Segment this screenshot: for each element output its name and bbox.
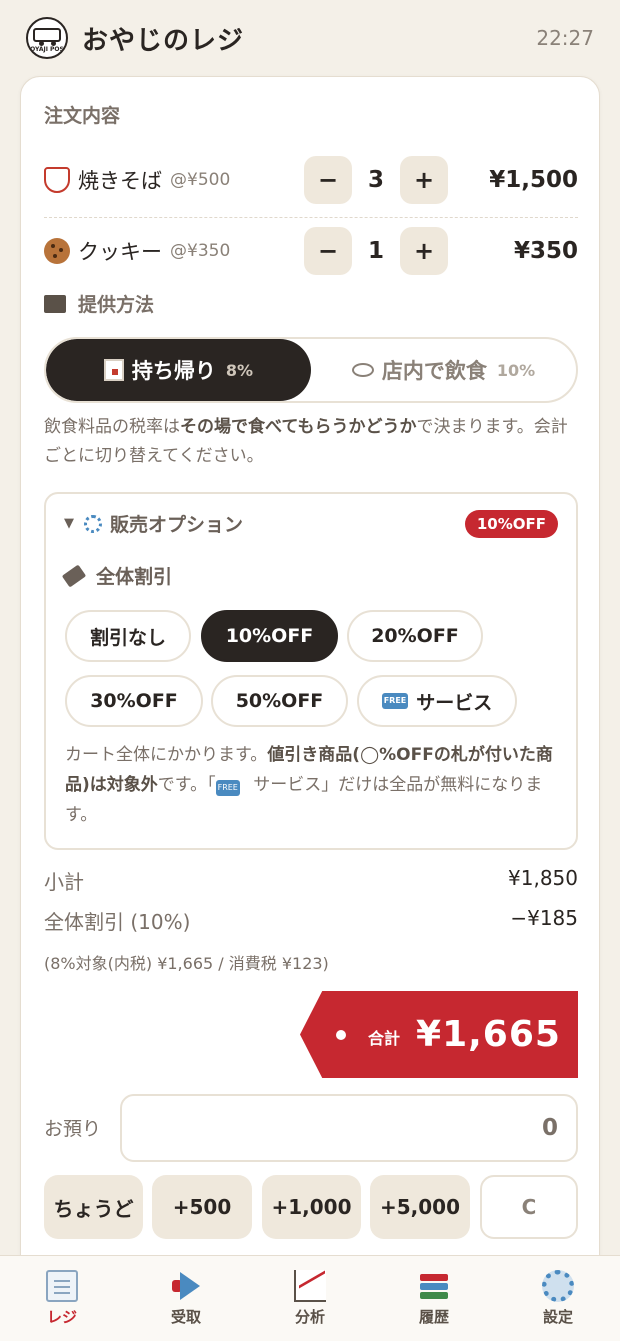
item-unit-price: @¥350 <box>170 241 231 261</box>
increment-button[interactable]: + <box>400 156 448 204</box>
cookie-icon <box>44 238 70 264</box>
sales-options-toggle[interactable]: ▼ 販売オプション <box>64 510 243 537</box>
service-section-label: 提供方法 <box>44 290 154 317</box>
service-chip-label: サービス <box>416 691 493 714</box>
increment-button[interactable]: + <box>400 227 448 275</box>
free-icon: FREE <box>215 780 240 796</box>
clear-button[interactable]: C <box>480 1175 578 1239</box>
tax-breakdown: (8%対象(内税) ¥1,665 / 消費税 ¥123) <box>44 954 329 973</box>
clock: 22:27 <box>536 26 594 50</box>
gear-icon <box>84 514 102 533</box>
exact-amount-button[interactable]: ちょうど <box>44 1175 143 1239</box>
yakisoba-bowl-icon <box>44 167 70 193</box>
discount-chip-50[interactable]: 50%OFF <box>211 675 348 727</box>
price-tag-icon <box>61 564 87 587</box>
order-section-label: 注文内容 <box>44 105 121 127</box>
receipt-icon <box>46 1270 78 1302</box>
app-title: おやじのレジ <box>82 25 245 56</box>
note-text: です。「 <box>157 775 216 795</box>
discount-label-text: 全体割引 <box>96 566 173 588</box>
tax-rate-note: 飲食料品の税率はその場で食べてもらうかどうかで決まります。会計ごとに切り替えてく… <box>44 413 578 471</box>
note-text: 飲食料品の税率は <box>44 417 180 437</box>
item-name: 焼きそば <box>78 169 162 193</box>
discount-note: カート全体にかかります。値引き商品(◯%OFFの札が付いた商品)は対象外です。「… <box>65 740 559 830</box>
service-mode-toggle: 持ち帰り 8% 店内で飲食 10% <box>44 337 578 403</box>
discount-chip-service[interactable]: FREE サービス <box>357 675 517 727</box>
menu-board-icon <box>44 294 66 313</box>
logo-text: OYAJI POS <box>30 45 64 53</box>
nav-settings[interactable]: 設定 <box>496 1256 620 1341</box>
discount-row-value: −¥185 <box>510 906 578 930</box>
item-name: クッキー <box>78 240 162 264</box>
discount-row-label: 全体割引 (10%) <box>44 910 191 934</box>
discount-chip-30[interactable]: 30%OFF <box>65 675 203 727</box>
order-item-row: クッキー @¥350 − 1 + ¥350 <box>44 223 578 279</box>
nav-history[interactable]: 履歴 <box>372 1256 496 1341</box>
quantity-value: 1 <box>367 238 384 264</box>
nav-label: レジ <box>46 1308 77 1326</box>
note-text: カート全体にかかります。 <box>65 745 268 765</box>
takeout-option[interactable]: 持ち帰り 8% <box>46 339 311 401</box>
decrement-button[interactable]: − <box>304 156 352 204</box>
register-card: 注文内容 焼きそば @¥500 − 3 + ¥1,500 クッキー @¥350 … <box>20 76 600 1276</box>
gear-icon <box>542 1270 574 1302</box>
free-icon: FREE <box>381 693 409 709</box>
add-1000-button[interactable]: +1,000 <box>262 1175 361 1239</box>
dine-in-label: 店内で飲食 <box>381 359 487 383</box>
bottom-nav: レジ 受取 分析 履歴 設定 <box>0 1255 620 1341</box>
quantity-stepper: − 3 + <box>304 156 448 204</box>
total-label: 合計 <box>368 1028 401 1048</box>
note-bold: その場で食べてもらうかどうか <box>180 417 417 437</box>
sales-options-panel: ▼ 販売オプション 10%OFF 全体割引 割引なし 10%OFF 20%OFF… <box>44 492 578 850</box>
nav-pickup[interactable]: 受取 <box>124 1256 248 1341</box>
triangle-down-icon: ▼ <box>64 516 74 531</box>
takeout-rate: 8% <box>225 360 254 380</box>
discount-chip-20[interactable]: 20%OFF <box>347 610 483 662</box>
add-5000-button[interactable]: +5,000 <box>370 1175 470 1239</box>
grand-total-banner: 合計 ¥1,665 <box>300 991 578 1078</box>
quantity-value: 3 <box>367 167 384 193</box>
chart-icon <box>294 1270 326 1302</box>
subtotal-label: 小計 <box>44 870 84 894</box>
plate-icon <box>351 363 374 377</box>
takeout-box-icon <box>103 359 124 381</box>
quantity-stepper: − 1 + <box>304 227 448 275</box>
takeout-label: 持ち帰り <box>131 359 216 383</box>
dine-in-option[interactable]: 店内で飲食 10% <box>311 339 576 401</box>
megaphone-icon <box>170 1270 202 1302</box>
received-label: お預り <box>44 1118 102 1140</box>
item-unit-price: @¥500 <box>170 170 231 190</box>
line-total: ¥350 <box>513 238 578 264</box>
received-amount-input[interactable] <box>120 1094 578 1162</box>
nav-register[interactable]: レジ <box>0 1256 124 1341</box>
order-item-row: 焼きそば @¥500 − 3 + ¥1,500 <box>44 152 578 208</box>
dine-in-rate: 10% <box>496 360 536 380</box>
truck-icon <box>33 27 61 46</box>
discount-badge: 10%OFF <box>464 510 558 538</box>
discount-chip-none[interactable]: 割引なし <box>65 610 191 662</box>
subtotal-row: 小計 ¥1,850 <box>44 866 578 895</box>
add-500-button[interactable]: +500 <box>152 1175 252 1239</box>
service-section-text: 提供方法 <box>78 294 155 316</box>
nav-label: 分析 <box>294 1308 325 1326</box>
nav-label: 受取 <box>170 1308 201 1326</box>
discount-chip-10[interactable]: 10%OFF <box>201 610 338 662</box>
sales-options-title: 販売オプション <box>110 514 244 536</box>
item-divider <box>44 217 578 218</box>
decrement-button[interactable]: − <box>304 227 352 275</box>
books-icon <box>418 1270 450 1302</box>
nav-label: 履歴 <box>418 1308 449 1326</box>
discount-row: 全体割引 (10%) −¥185 <box>44 906 578 935</box>
app-logo: OYAJI POS <box>26 17 68 59</box>
total-value: ¥1,665 <box>416 1014 561 1055</box>
bullet-dot <box>336 1029 346 1040</box>
nav-analytics[interactable]: 分析 <box>248 1256 372 1341</box>
subtotal-value: ¥1,850 <box>508 866 578 890</box>
app-header: OYAJI POS おやじのレジ 22:27 <box>0 0 620 76</box>
discount-label: 全体割引 <box>61 562 173 589</box>
line-total: ¥1,500 <box>489 167 578 193</box>
nav-label: 設定 <box>542 1308 573 1326</box>
